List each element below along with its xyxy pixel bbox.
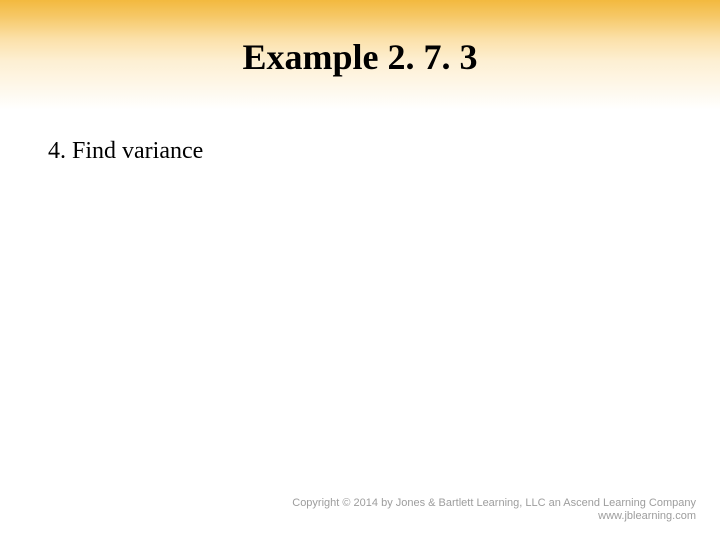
footer: Copyright © 2014 by Jones & Bartlett Lea… xyxy=(292,497,696,525)
slide-body-text: 4. Find variance xyxy=(48,138,203,165)
header-gradient: Example 2. 7. 3 xyxy=(0,0,720,110)
footer-copyright: Copyright © 2014 by Jones & Bartlett Lea… xyxy=(292,497,696,511)
footer-url: www.jblearning.com xyxy=(292,510,696,524)
slide-title: Example 2. 7. 3 xyxy=(0,36,720,78)
